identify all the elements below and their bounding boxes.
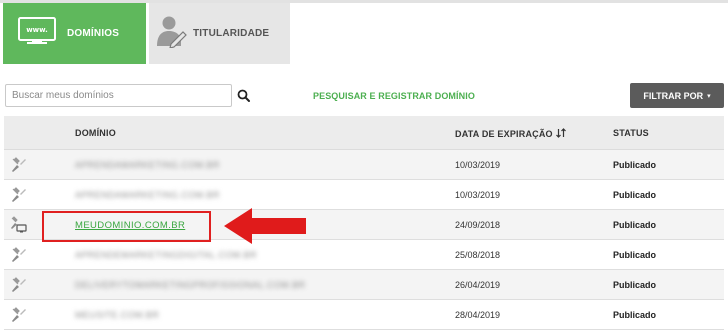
domain-name[interactable]: MEUSITE.COM.BR [75, 310, 159, 320]
tab-domains[interactable]: www. DOMÍNIOS [3, 3, 146, 64]
tab-titularidade-label: TITULARIDADE [193, 28, 270, 39]
column-header-status: STATUS [613, 128, 649, 138]
filter-button[interactable]: FILTRAR POR ▾ [630, 83, 724, 108]
svg-text:www.: www. [26, 26, 48, 34]
column-header-expiration[interactable]: DATA DE EXPIRAÇÃO [455, 128, 566, 140]
edit-tool-icon[interactable] [10, 276, 28, 294]
edit-tool-icon[interactable] [10, 246, 28, 264]
edit-tool-icon[interactable] [10, 156, 28, 174]
sort-icon[interactable] [555, 128, 566, 140]
search-icon[interactable] [236, 88, 252, 104]
www-monitor-icon: www. [17, 17, 57, 50]
tab-domains-label: DOMÍNIOS [67, 28, 120, 39]
column-header-expiration-label: DATA DE EXPIRAÇÃO [455, 129, 553, 139]
domain-name[interactable]: DELIVERYTOMARKETINGPROFISSIONAL.COM.BR [75, 280, 305, 290]
chevron-down-icon: ▾ [707, 92, 711, 100]
edit-tool-icon[interactable] [10, 186, 28, 204]
expiration-date: 10/03/2019 [455, 190, 501, 200]
table-row: DELIVERYTOMARKETINGPROFISSIONAL.COM.BR 2… [4, 270, 724, 300]
expiration-date: 10/03/2019 [455, 160, 501, 170]
table-row: APRENDAMARKETING.COM.BR 10/03/2019 Publi… [4, 180, 724, 210]
search-register-domain-link[interactable]: PESQUISAR E REGISTRAR DOMÍNIO [313, 91, 475, 101]
status-text: Publicado [613, 310, 657, 320]
expiration-date: 28/04/2019 [455, 310, 501, 320]
highlight-box [42, 211, 211, 242]
user-edit-icon [155, 14, 187, 53]
expiration-date: 26/04/2019 [455, 280, 501, 290]
expiration-date: 25/08/2018 [455, 250, 501, 260]
status-text: Publicado [613, 220, 657, 230]
domain-name[interactable]: APRENDEMARKETINGDIGITAL.COM.BR [75, 250, 257, 260]
status-text: Publicado [613, 280, 657, 290]
search-field[interactable] [5, 84, 232, 107]
tab-titularidade[interactable]: TITULARIDADE [149, 3, 290, 64]
expiration-date: 24/09/2018 [455, 220, 501, 230]
red-arrow-icon [224, 208, 306, 244]
search-input[interactable] [6, 85, 231, 106]
status-text: Publicado [613, 190, 657, 200]
domain-name[interactable]: APRENDAMARKETING.COM.BR [75, 190, 220, 200]
table-row: APRENDAMARKETING.COM.BR 10/03/2019 Publi… [4, 150, 724, 180]
edit-tool-icon[interactable] [10, 306, 28, 324]
filter-button-label: FILTRAR POR [643, 90, 704, 101]
table-row: MEUSITE.COM.BR 28/04/2019 Publicado [4, 300, 724, 330]
edit-monitor-icon[interactable] [10, 216, 28, 234]
column-header-domain[interactable]: DOMÍNIO [75, 128, 116, 138]
table-header: DOMÍNIO DATA DE EXPIRAÇÃO STATUS [4, 116, 724, 150]
table-row: APRENDEMARKETINGDIGITAL.COM.BR 25/08/201… [4, 240, 724, 270]
domain-name[interactable]: APRENDAMARKETING.COM.BR [75, 160, 220, 170]
status-text: Publicado [613, 160, 657, 170]
status-text: Publicado [613, 250, 657, 260]
